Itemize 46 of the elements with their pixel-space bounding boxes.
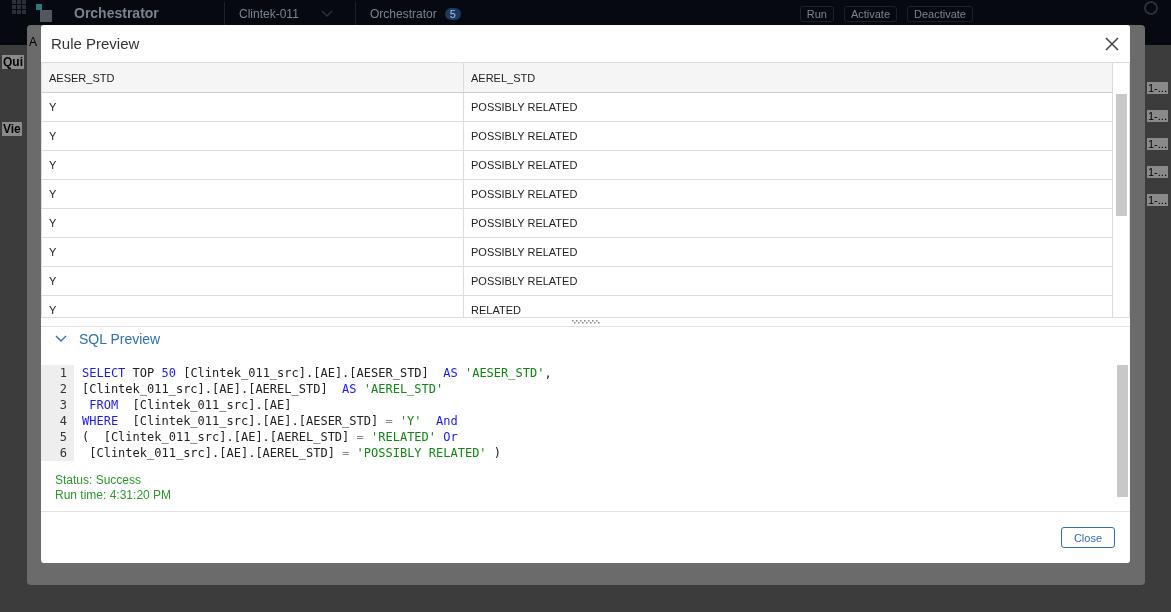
line-number: 3	[58, 397, 68, 413]
apps-grid-icon[interactable]	[12, 0, 26, 14]
app-title: Orchestrator	[74, 5, 160, 21]
line-number: 4	[58, 413, 68, 429]
sidebar-label: Vie	[2, 122, 22, 136]
table-cell: Y	[42, 151, 464, 179]
table-cell: Y	[42, 296, 464, 317]
code-line: WHERE [Clintek_011_src].[AE].[AESER_STD] = 'Y' And	[82, 413, 459, 429]
line-number: 1	[58, 365, 68, 381]
run-time-text: Run time: 4:31:20 PM	[54, 488, 173, 503]
scrollbar-thumb[interactable]	[1116, 94, 1127, 216]
status-text: Status: Success	[54, 473, 143, 488]
code-line: [Clintek_011_src].[AE].[AEREL_STD] AS 'AEREL_STD'	[82, 381, 445, 397]
dialog-title: Rule Preview	[51, 35, 140, 52]
line-number: 5	[58, 429, 68, 445]
list-cell: 1-...	[1147, 194, 1168, 206]
column-header[interactable]: AESER_STD	[42, 63, 464, 92]
code-line: SELECT TOP 50 [Clintek_011_src].[AE].[AESER_STD] AS 'AESER_STD',	[82, 365, 553, 381]
chevron-down-icon	[321, 10, 333, 18]
sidebar-label: Qui	[2, 55, 24, 69]
toolbar-button[interactable]: Activate	[843, 6, 897, 22]
table-cell: Y	[42, 180, 464, 208]
list-cell: 1-...	[1147, 82, 1168, 94]
list-cell: 1-...	[1147, 110, 1168, 122]
code-line: ( [Clintek_011_src].[AE].[AEREL_STD] = 'RELATED' Or	[82, 429, 459, 445]
table-cell: Y	[42, 209, 464, 237]
toolbar-button[interactable]: Run	[799, 6, 834, 22]
code-line: FROM [Clintek_011_src].[AE]	[88, 397, 293, 413]
table-cell: Y	[42, 122, 464, 150]
section-toggle[interactable]: SQL Preview	[41, 327, 175, 351]
resize-grip-icon[interactable]	[571, 320, 600, 324]
scrollbar-thumb[interactable]	[1117, 365, 1128, 497]
logo-icon	[36, 4, 52, 22]
line-number: 2	[58, 381, 68, 397]
table-cell: Y	[42, 93, 464, 121]
table-cell: Y	[42, 238, 464, 266]
code-line: [Clintek_011_src].[AE].[AEREL_STD] = 'POSSIBLY RELATED' )	[88, 445, 503, 461]
list-cell: 1-...	[1147, 166, 1168, 178]
list-cell: 1-...	[1147, 138, 1168, 150]
line-number: 6	[58, 445, 68, 461]
close-icon[interactable]	[1104, 35, 1120, 52]
close-button[interactable]: Close	[1060, 527, 1115, 548]
table-cell: Y	[42, 267, 464, 295]
dialog-title: A	[29, 35, 37, 49]
toolbar-button[interactable]: Deactivate	[907, 6, 973, 22]
count-badge: 5	[444, 8, 461, 20]
